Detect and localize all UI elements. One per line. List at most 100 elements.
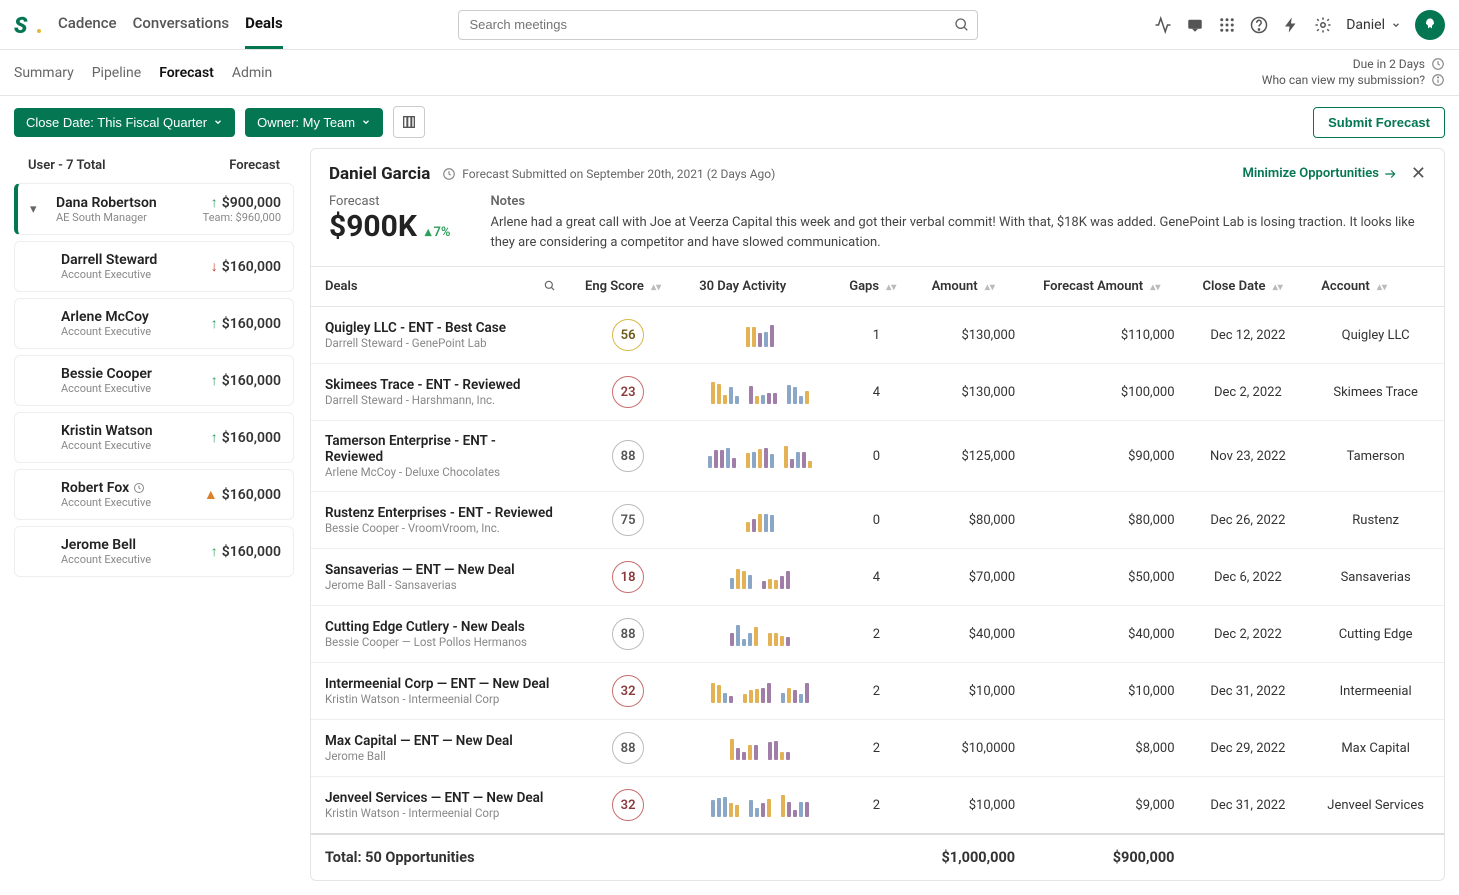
table-row[interactable]: Jenveel Services — ENT — New Deal Kristi… bbox=[311, 777, 1444, 835]
forecast-label: Forecast bbox=[329, 194, 450, 209]
sidebar-user-row[interactable]: Kristin Watson Account Executive ↑$160,0… bbox=[14, 412, 294, 463]
account-cell: Skimees Trace bbox=[1307, 364, 1444, 421]
sidebar-lead-user[interactable]: ▾ Dana Robertson AE South Manager ↑$900,… bbox=[14, 183, 294, 235]
chevron-down-icon bbox=[1391, 20, 1401, 30]
table-row[interactable]: Tamerson Enterprise - ENT - Reviewed Arl… bbox=[311, 421, 1444, 492]
filter-close-date[interactable]: Close Date: This Fiscal Quarter bbox=[14, 108, 235, 137]
user-menu[interactable]: Daniel bbox=[1346, 17, 1401, 33]
subnav-forecast[interactable]: Forecast bbox=[159, 65, 214, 81]
forecast-cell: $8,000 bbox=[1029, 720, 1188, 777]
submitted-text: Forecast Submitted on September 20th, 20… bbox=[462, 167, 775, 181]
bolt-icon[interactable] bbox=[1282, 16, 1300, 34]
sidebar-user-row[interactable]: Bessie Cooper Account Executive ↑$160,00… bbox=[14, 355, 294, 406]
search-icon[interactable] bbox=[543, 279, 557, 293]
deal-name: Quigley LLC - ENT - Best Case bbox=[325, 320, 557, 336]
table-row[interactable]: Skimees Trace - ENT - Reviewed Darrell S… bbox=[311, 364, 1444, 421]
due-text: Due in 2 Days bbox=[1353, 57, 1425, 71]
col-forecast-amount[interactable]: Forecast Amount ▴▾ bbox=[1029, 267, 1188, 307]
user-name: Daniel bbox=[1346, 17, 1385, 33]
col-account[interactable]: Account ▴▾ bbox=[1307, 267, 1444, 307]
account-cell: Rustenz bbox=[1307, 492, 1444, 549]
deal-name: Jenveel Services — ENT — New Deal bbox=[325, 790, 557, 806]
avatar[interactable] bbox=[1415, 10, 1445, 40]
user-role: Account Executive bbox=[61, 553, 211, 566]
deal-subtitle: Kristin Watson - Intermeenial Corp bbox=[325, 692, 557, 706]
activity-sparkline bbox=[699, 508, 821, 532]
apps-icon[interactable] bbox=[1218, 16, 1236, 34]
filter-owner[interactable]: Owner: My Team bbox=[245, 108, 383, 137]
eng-score-badge: 32 bbox=[612, 789, 644, 821]
sidebar-user-row[interactable]: Robert Fox Account Executive ▲$160,000 bbox=[14, 469, 294, 520]
col-deals[interactable]: Deals bbox=[311, 267, 571, 307]
totals-label: Total: 50 Opportunities bbox=[311, 834, 918, 880]
forecast-cell: $90,000 bbox=[1029, 421, 1188, 492]
info-icon[interactable] bbox=[1431, 73, 1445, 87]
main-nav: Cadence Conversations Deals bbox=[58, 0, 283, 49]
col-activity[interactable]: 30 Day Activity bbox=[685, 267, 835, 307]
who-view-text[interactable]: Who can view my submission? bbox=[1262, 73, 1425, 87]
amount-cell: $70,000 bbox=[918, 549, 1030, 606]
user-sidebar: User - 7 Total Forecast ▾ Dana Robertson… bbox=[14, 148, 294, 881]
user-name: Kristin Watson bbox=[61, 423, 211, 439]
close-date-cell: Dec 2, 2022 bbox=[1189, 606, 1308, 663]
trend-up-icon: ↑ bbox=[211, 194, 218, 211]
table-row[interactable]: Max Capital — ENT — New Deal Jerome Ball… bbox=[311, 720, 1444, 777]
table-row[interactable]: Rustenz Enterprises - ENT - Reviewed Bes… bbox=[311, 492, 1444, 549]
nav-cadence[interactable]: Cadence bbox=[58, 0, 117, 49]
sidebar-user-row[interactable]: Arlene McCoy Account Executive ↑$160,000 bbox=[14, 298, 294, 349]
nav-conversations[interactable]: Conversations bbox=[133, 0, 230, 49]
gaps-cell: 4 bbox=[835, 364, 917, 421]
settings-icon[interactable] bbox=[1314, 16, 1332, 34]
activity-icon[interactable] bbox=[1154, 16, 1172, 34]
sidebar-user-row[interactable]: Darrell Steward Account Executive ↓$160,… bbox=[14, 241, 294, 292]
subnav-admin[interactable]: Admin bbox=[232, 65, 272, 81]
amount-cell: $10,000 bbox=[918, 777, 1030, 835]
amount-cell: $125,000 bbox=[918, 421, 1030, 492]
deal-subtitle: Kristin Watson - Intermeenial Corp bbox=[325, 806, 557, 820]
deal-subtitle: Arlene McCoy - Deluxe Chocolates bbox=[325, 465, 557, 479]
forecast-cell: $9,000 bbox=[1029, 777, 1188, 835]
table-row[interactable]: Intermeenial Corp — ENT — New Deal Krist… bbox=[311, 663, 1444, 720]
help-icon[interactable] bbox=[1250, 16, 1268, 34]
deal-name: Max Capital — ENT — New Deal bbox=[325, 733, 557, 749]
clock-icon bbox=[133, 482, 145, 494]
sidebar-header-right: Forecast bbox=[229, 158, 280, 173]
sidebar-user-row[interactable]: Jerome Bell Account Executive ↑$160,000 bbox=[14, 526, 294, 577]
warning-icon: ▲ bbox=[204, 486, 218, 503]
trend-up-icon: ↑ bbox=[211, 372, 218, 389]
table-row[interactable]: Cutting Edge Cutlery - New Deals Bessie … bbox=[311, 606, 1444, 663]
table-row[interactable]: Sansaverias — ENT — New Deal Jerome Ball… bbox=[311, 549, 1444, 606]
col-gaps[interactable]: Gaps ▴▾ bbox=[835, 267, 917, 307]
user-name: Jerome Bell bbox=[61, 537, 211, 553]
nav-deals[interactable]: Deals bbox=[245, 0, 283, 49]
deal-subtitle: Darrell Steward - GenePoint Lab bbox=[325, 336, 557, 350]
minimize-opportunities[interactable]: Minimize Opportunities bbox=[1243, 166, 1397, 181]
subnav-summary[interactable]: Summary bbox=[14, 65, 74, 81]
col-amount[interactable]: Amount ▴▾ bbox=[918, 267, 1030, 307]
account-cell: Jenveel Services bbox=[1307, 777, 1444, 835]
activity-sparkline bbox=[699, 444, 821, 468]
deal-subtitle: Jerome Ball - Sansaverias bbox=[325, 578, 557, 592]
search-input[interactable] bbox=[458, 10, 978, 40]
close-date-cell: Dec 29, 2022 bbox=[1189, 720, 1308, 777]
subnav-pipeline[interactable]: Pipeline bbox=[92, 65, 142, 81]
eng-score-badge: 32 bbox=[612, 675, 644, 707]
gaps-cell: 2 bbox=[835, 663, 917, 720]
col-eng-score[interactable]: Eng Score ▴▾ bbox=[571, 267, 685, 307]
chat-icon[interactable] bbox=[1186, 16, 1204, 34]
submit-forecast-button[interactable]: Submit Forecast bbox=[1313, 107, 1445, 138]
user-name: Robert Fox bbox=[61, 480, 204, 496]
amount-cell: $40,000 bbox=[918, 606, 1030, 663]
gaps-cell: 2 bbox=[835, 777, 917, 835]
chevron-down-icon: ▾ bbox=[30, 202, 44, 217]
columns-button[interactable] bbox=[393, 106, 425, 138]
rocket-icon bbox=[1422, 17, 1438, 33]
table-row[interactable]: Quigley LLC - ENT - Best Case Darrell St… bbox=[311, 307, 1444, 364]
close-icon[interactable]: ✕ bbox=[1411, 163, 1426, 184]
user-role: Account Executive bbox=[61, 325, 211, 338]
close-date-cell: Dec 6, 2022 bbox=[1189, 549, 1308, 606]
activity-sparkline bbox=[699, 793, 821, 817]
deal-name: Cutting Edge Cutlery - New Deals bbox=[325, 619, 557, 635]
col-close-date[interactable]: Close Date ▴▾ bbox=[1189, 267, 1308, 307]
amount-cell: $10,0000 bbox=[918, 720, 1030, 777]
